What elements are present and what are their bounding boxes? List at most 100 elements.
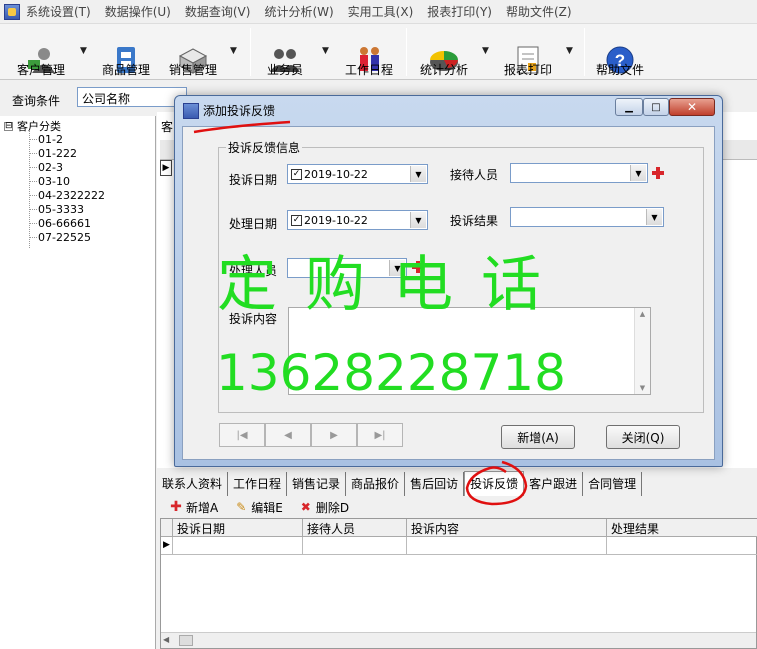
collapse-icon[interactable]: ⊟ xyxy=(4,121,13,131)
tree-root[interactable]: ⊟ 客户分类 xyxy=(4,118,61,134)
staff-dropdown-icon[interactable]: ▼ xyxy=(322,46,329,56)
add-button[interactable]: 新增(A) xyxy=(501,425,575,449)
checkbox-checked-icon[interactable]: ✓ xyxy=(291,168,302,180)
tree-node[interactable]: 02-3 xyxy=(38,161,63,174)
result-label: 投诉结果 xyxy=(450,214,499,228)
handle-date-label: 处理日期 xyxy=(229,217,278,231)
delete-record-button[interactable]: ✖ 删除D xyxy=(299,499,349,516)
dropdown-arrow-icon[interactable]: ▼ xyxy=(646,209,662,225)
menu-data-ops[interactable]: 数据操作(U) xyxy=(105,3,171,20)
customer-button[interactable]: 客户管理 xyxy=(14,26,68,78)
menu-bar: 系统设置(T) 数据操作(U) 数据查询(V) 统计分析(W) 实用工具(X) … xyxy=(0,0,757,24)
handle-date-picker[interactable]: ✓ 2019-10-22 ▼ xyxy=(287,210,428,230)
app-icon xyxy=(4,3,20,20)
stats-button[interactable]: 统计分析 xyxy=(416,26,472,78)
tree-node[interactable]: 05-3333 xyxy=(38,203,84,216)
tree-node[interactable]: 01-222 xyxy=(38,147,77,160)
receptionist-label: 接待人员 xyxy=(450,168,499,182)
edit-record-button[interactable]: ✎ 编辑E xyxy=(234,499,283,516)
app-icon xyxy=(183,102,199,119)
report-button[interactable]: 报表打印 xyxy=(500,26,556,78)
sales-button[interactable]: 销售管理 xyxy=(164,26,222,78)
tab-3[interactable]: 商品报价 xyxy=(346,472,406,496)
add-receptionist-icon[interactable] xyxy=(651,166,665,180)
column-content[interactable]: 投诉内容 xyxy=(407,519,607,537)
column-complaint-date[interactable]: 投诉日期 xyxy=(173,519,303,537)
checkbox-checked-icon[interactable]: ✓ xyxy=(291,214,302,226)
tab-4[interactable]: 售后回访 xyxy=(405,472,465,496)
column-receptionist[interactable]: 接待人员 xyxy=(303,519,407,537)
scroll-thumb[interactable] xyxy=(179,635,193,646)
menu-data-query[interactable]: 数据查询(V) xyxy=(185,3,251,20)
close-button[interactable]: 关闭(Q) xyxy=(606,425,680,449)
delete-icon: ✖ xyxy=(300,500,311,514)
result-select[interactable]: ▼ xyxy=(510,207,664,227)
customer-dropdown-icon[interactable]: ▼ xyxy=(80,46,87,56)
tab-6[interactable]: 客户跟进 xyxy=(524,472,584,496)
menu-print[interactable]: 报表打印(Y) xyxy=(427,3,492,20)
menu-tools[interactable]: 实用工具(X) xyxy=(348,3,414,20)
sub-toolbar: ✚ 新增A ✎ 编辑E ✖ 删除D xyxy=(157,496,757,518)
tree-node[interactable]: 07-22525 xyxy=(38,231,91,244)
column-result[interactable]: 处理结果 xyxy=(607,519,757,537)
last-record-button[interactable]: ▶| xyxy=(357,423,403,447)
list-header: 客 xyxy=(161,120,174,134)
tree-node[interactable]: 03-10 xyxy=(38,175,70,188)
schedule-button[interactable]: 工作日程 xyxy=(340,26,398,78)
maximize-button[interactable]: □ xyxy=(643,98,669,116)
dropdown-arrow-icon[interactable]: ▼ xyxy=(410,166,426,182)
complaint-date-label: 投诉日期 xyxy=(229,173,278,187)
first-icon: |◀ xyxy=(236,429,248,441)
tree-line xyxy=(29,181,37,182)
scroll-left-icon[interactable]: ◀ xyxy=(163,635,169,644)
report-dropdown-icon[interactable]: ▼ xyxy=(566,46,573,56)
minimize-button[interactable]: ▁ xyxy=(615,98,643,116)
complaint-date-picker[interactable]: ✓ 2019-10-22 ▼ xyxy=(287,164,428,184)
stats-dropdown-icon[interactable]: ▼ xyxy=(482,46,489,56)
tree-node[interactable]: 04-2322222 xyxy=(38,189,105,202)
grid-cell[interactable] xyxy=(607,537,757,555)
grid-cell[interactable] xyxy=(173,537,303,555)
next-record-button[interactable]: ▶ xyxy=(311,423,357,447)
close-window-button[interactable]: ✕ xyxy=(669,98,715,116)
tab-2[interactable]: 销售记录 xyxy=(287,472,347,496)
tab-1[interactable]: 工作日程 xyxy=(228,472,288,496)
previous-icon: ◀ xyxy=(284,429,292,441)
dropdown-arrow-icon[interactable]: ▼ xyxy=(630,165,646,181)
tree-node[interactable]: 06-66661 xyxy=(38,217,91,230)
add-record-button[interactable]: ✚ 新增A xyxy=(169,499,218,516)
menu-help[interactable]: 帮助文件(Z) xyxy=(506,3,572,20)
horizontal-scrollbar[interactable]: ◀ xyxy=(161,632,756,648)
complaint-grid: 投诉日期 接待人员 投诉内容 处理结果 ▶ ◀ xyxy=(160,518,757,649)
query-label: 查询条件 xyxy=(12,94,61,108)
first-record-button[interactable]: |◀ xyxy=(219,423,265,447)
scroll-up-icon[interactable]: ▲ xyxy=(635,310,650,318)
scroll-down-icon[interactable]: ▼ xyxy=(635,384,650,392)
tree-line xyxy=(29,195,37,196)
vertical-scrollbar[interactable]: ▲ ▼ xyxy=(634,308,650,394)
annotation-circle xyxy=(465,460,528,506)
staff-button[interactable]: 业务员 xyxy=(262,26,308,78)
tab-0[interactable]: 联系人资料 xyxy=(157,472,229,496)
menu-stats[interactable]: 统计分析(W) xyxy=(264,3,333,20)
menu-system[interactable]: 系统设置(T) xyxy=(26,3,91,20)
tree-line xyxy=(29,223,37,224)
grid-cell[interactable] xyxy=(407,537,607,555)
row-pointer-icon: ▶ xyxy=(160,160,172,176)
dropdown-arrow-icon[interactable]: ▼ xyxy=(410,212,426,228)
maximize-icon: □ xyxy=(651,101,661,113)
tree-line xyxy=(29,167,37,168)
tree-line xyxy=(29,139,37,140)
tab-7[interactable]: 合同管理 xyxy=(583,472,643,496)
sales-dropdown-icon[interactable]: ▼ xyxy=(230,46,237,56)
tree-line xyxy=(29,130,30,248)
query-field-select[interactable]: 公司名称 xyxy=(77,87,187,107)
detail-tabs: 联系人资料 工作日程 销售记录 商品报价 售后回访 投诉反馈 客户跟进 合同管理 xyxy=(157,471,757,496)
help-button[interactable]: ? 帮助文件 xyxy=(592,26,648,78)
previous-record-button[interactable]: ◀ xyxy=(265,423,311,447)
watermark-text: 定购电话 xyxy=(217,250,569,320)
grid-cell[interactable] xyxy=(303,537,407,555)
product-button[interactable]: 商品管理 xyxy=(98,26,154,78)
tree-node[interactable]: 01-2 xyxy=(38,133,63,146)
receptionist-select[interactable]: ▼ xyxy=(510,163,648,183)
